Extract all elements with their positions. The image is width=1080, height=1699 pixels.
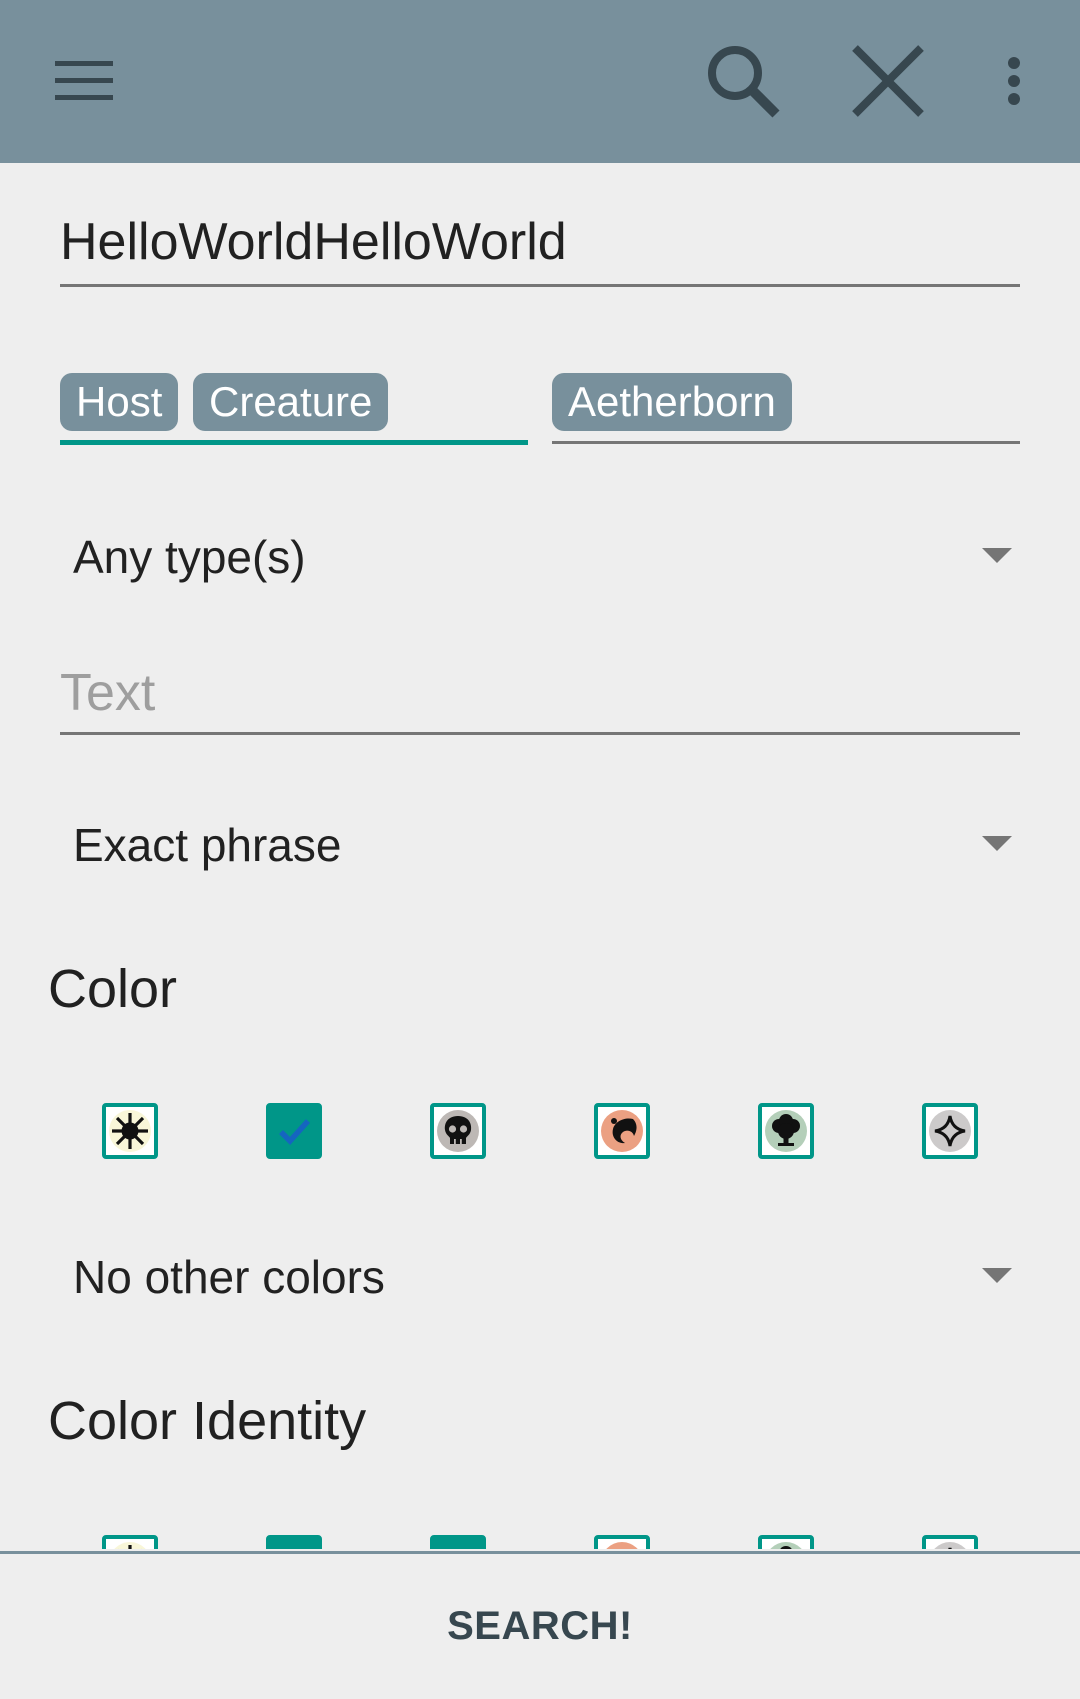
color-identity-checkbox-white[interactable] [102, 1535, 158, 1549]
subtype-chip-aetherborn[interactable]: Aetherborn [552, 373, 792, 431]
white-mana-icon [114, 1542, 146, 1549]
bottom-bar: SEARCH! [0, 1551, 1080, 1699]
colorless-mana-icon [934, 1542, 966, 1549]
colorless-mana-icon [929, 1110, 971, 1152]
dropdown-arrow-icon [982, 1268, 1012, 1283]
color-section-title: Color [48, 959, 178, 1019]
more-vert-icon[interactable] [959, 26, 1069, 136]
color-identity-section-title: Color Identity [48, 1391, 367, 1451]
search-button[interactable]: SEARCH! [0, 1554, 1080, 1699]
supertype-chip-host[interactable]: Host [60, 373, 179, 431]
text-logic-value: Exact phrase [73, 819, 342, 871]
dropdown-arrow-icon [982, 548, 1012, 563]
menu-icon[interactable] [29, 26, 139, 136]
color-identity-checkbox-blue[interactable] [266, 1535, 322, 1549]
green-mana-icon [770, 1542, 802, 1549]
text-field[interactable]: Text [60, 655, 1020, 735]
white-mana-icon [109, 1110, 151, 1152]
checkmark-icon [279, 1119, 311, 1145]
color-checkbox-red[interactable] [594, 1103, 650, 1159]
color-identity-checkbox-row [0, 1535, 1080, 1549]
color-checkbox-colorless[interactable] [922, 1103, 978, 1159]
color-identity-checkbox-black[interactable] [430, 1535, 486, 1549]
type-logic-value: Any type(s) [73, 531, 306, 583]
card-name-field[interactable]: HelloWorldHelloWorld [60, 200, 1020, 287]
red-mana-icon [606, 1542, 638, 1549]
red-mana-icon [601, 1110, 643, 1152]
supertype-field[interactable] [60, 440, 528, 445]
text-logic-spinner[interactable]: Exact phrase [60, 798, 1020, 888]
color-checkbox-green[interactable] [758, 1103, 814, 1159]
black-mana-icon [437, 1110, 479, 1152]
subtype-field[interactable] [552, 441, 1020, 444]
color-checkbox-blue[interactable] [266, 1103, 322, 1159]
type-logic-spinner[interactable]: Any type(s) [60, 510, 1020, 600]
close-icon[interactable] [833, 26, 943, 136]
color-identity-checkbox-green[interactable] [758, 1535, 814, 1549]
card-name-value: HelloWorldHelloWorld [60, 213, 567, 271]
text-placeholder: Text [60, 664, 156, 722]
color-identity-checkbox-red[interactable] [594, 1535, 650, 1549]
color-checkbox-black[interactable] [430, 1103, 486, 1159]
supertype-chip-creature[interactable]: Creature [193, 373, 389, 431]
dropdown-arrow-icon [982, 836, 1012, 851]
color-logic-spinner[interactable]: No other colors [60, 1230, 1020, 1320]
green-mana-icon [765, 1110, 807, 1152]
color-identity-checkbox-colorless[interactable] [922, 1535, 978, 1549]
toolbar [0, 0, 1080, 163]
checkmark-icon [436, 1541, 480, 1549]
color-checkbox-white[interactable] [102, 1103, 158, 1159]
color-logic-value: No other colors [73, 1251, 385, 1303]
color-checkbox-row [0, 1103, 1080, 1159]
checkmark-icon [272, 1541, 316, 1549]
search-icon[interactable] [688, 26, 798, 136]
